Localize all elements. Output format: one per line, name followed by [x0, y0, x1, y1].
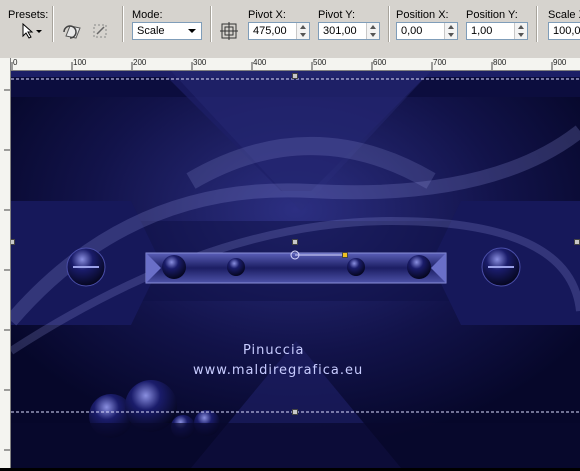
image-canvas[interactable]: Pinuccia www.maldiregrafica.eu — [11, 71, 580, 468]
scale-x-input[interactable]: 100,00 — [548, 22, 580, 40]
ruler-tick-label: 600 — [373, 58, 387, 67]
ruler-tick-label: 800 — [493, 58, 507, 67]
transform-handle-right[interactable] — [574, 239, 580, 245]
presets-dropdown[interactable] — [18, 20, 44, 42]
pivot-handle[interactable] — [342, 252, 348, 258]
position-x-input[interactable]: 0,00 — [396, 22, 458, 40]
position-y-label: Position Y: — [466, 9, 518, 21]
pointer-arrow-icon — [22, 22, 42, 39]
tool-options-toolbar: Presets: Mode: Scale Pivot X: 475,00 Piv… — [0, 0, 580, 47]
ruler-tick-label: 200 — [133, 58, 147, 67]
mode-value: Scale — [137, 25, 165, 37]
ruler-tick-label: 100 — [73, 58, 87, 67]
pivot-y-label: Pivot Y: — [318, 9, 356, 21]
horizontal-ruler[interactable]: 0 100 200 300 400 500 600 700 800 900 — [10, 58, 580, 71]
mode-label: Mode: — [132, 9, 163, 21]
transform-apply-icon — [93, 24, 107, 38]
position-x-spinner[interactable] — [444, 23, 457, 39]
ruler-tick-label: 500 — [313, 58, 327, 67]
rotation-handle[interactable] — [292, 239, 298, 245]
mode-select[interactable]: Scale — [132, 22, 202, 40]
pivot-y-value: 301,00 — [323, 25, 357, 37]
reset-icon — [63, 25, 81, 39]
pivot-x-input[interactable]: 475,00 — [248, 22, 310, 40]
watermark-line1: Pinuccia — [243, 343, 305, 358]
position-x-value: 0,00 — [401, 25, 423, 37]
transform-handle-top[interactable] — [292, 73, 298, 79]
vertical-ruler[interactable] — [0, 58, 11, 468]
pivot-x-spinner[interactable] — [296, 23, 309, 39]
pivot-y-input[interactable]: 301,00 — [318, 22, 380, 40]
scale-x-value: 100,00 — [553, 25, 580, 37]
ruler-tick-label: 700 — [433, 58, 447, 67]
position-y-spinner[interactable] — [514, 23, 527, 39]
pivot-x-label: Pivot X: — [248, 9, 286, 21]
position-y-input[interactable]: 1,00 — [466, 22, 528, 40]
ruler-tick-label: 400 — [253, 58, 267, 67]
pivot-y-spinner[interactable] — [366, 23, 379, 39]
pivot-button[interactable] — [216, 20, 242, 42]
transform-handle-bottom[interactable] — [292, 409, 298, 415]
position-x-label: Position X: — [396, 9, 449, 21]
transform-handle-left[interactable] — [11, 239, 15, 245]
position-y-value: 1,00 — [471, 25, 493, 37]
ruler-tick-label: 300 — [193, 58, 207, 67]
chevron-down-icon — [188, 29, 196, 33]
toolbar-gap — [0, 46, 580, 58]
ruler-tick-label: 0 — [13, 58, 18, 67]
ruler-tick-label: 900 — [553, 58, 567, 67]
pivot-x-value: 475,00 — [253, 25, 287, 37]
apply-button[interactable] — [88, 20, 114, 42]
reset-button[interactable] — [60, 20, 86, 42]
watermark-line2: www.maldiregrafica.eu — [193, 363, 364, 378]
scale-x-label: Scale X — [548, 9, 580, 21]
pivot-target-icon — [220, 22, 238, 40]
